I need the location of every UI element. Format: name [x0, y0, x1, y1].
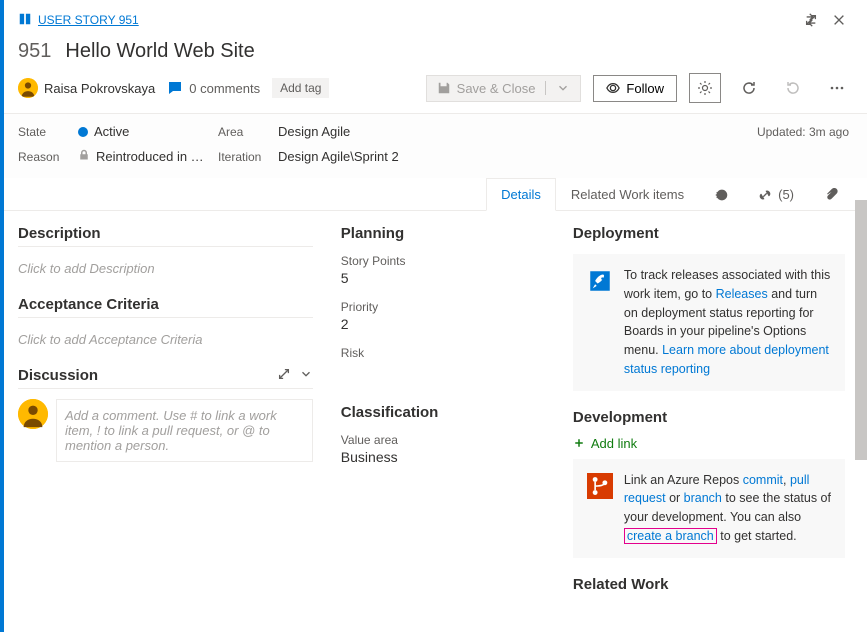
- development-info-card: Link an Azure Repos commit, pull request…: [573, 459, 845, 558]
- tab-history[interactable]: [699, 178, 743, 210]
- classification-heading: Classification: [341, 404, 545, 425]
- expand-icon[interactable]: [277, 367, 291, 384]
- deployment-heading: Deployment: [573, 225, 845, 246]
- area-picker[interactable]: Design Agile: [278, 124, 478, 139]
- reason-picker[interactable]: Reintroduced in …: [78, 149, 218, 164]
- risk-label: Risk: [341, 346, 545, 360]
- deployment-info-card: To track releases associated with this w…: [573, 254, 845, 391]
- tab-links[interactable]: (5): [743, 178, 809, 210]
- acceptance-input[interactable]: Click to add Acceptance Criteria: [18, 326, 313, 367]
- tab-details[interactable]: Details: [486, 178, 556, 211]
- updated-timestamp: Updated: 3m ago: [478, 125, 853, 139]
- settings-button[interactable]: [689, 73, 721, 103]
- related-work-heading: Related Work: [573, 576, 845, 597]
- avatar: [18, 78, 38, 98]
- state-picker[interactable]: Active: [78, 124, 218, 139]
- fullscreen-button[interactable]: [797, 6, 825, 34]
- branch-icon: [586, 471, 614, 546]
- more-actions-button[interactable]: [821, 73, 853, 103]
- priority-field[interactable]: 2: [341, 314, 545, 338]
- tab-attachments[interactable]: [809, 178, 853, 210]
- story-points-field[interactable]: 5: [341, 268, 545, 292]
- iteration-label: Iteration: [218, 150, 278, 164]
- state-dot-icon: [78, 127, 88, 137]
- chevron-down-icon: [556, 81, 570, 95]
- value-area-label: Value area: [341, 433, 545, 447]
- current-user-avatar: [18, 399, 48, 429]
- commit-link[interactable]: commit: [743, 473, 783, 487]
- comments-count[interactable]: 0 comments: [167, 80, 260, 96]
- acceptance-heading: Acceptance Criteria: [18, 296, 313, 318]
- save-and-close-button[interactable]: Save & Close: [426, 75, 582, 102]
- create-branch-link[interactable]: create a branch: [627, 529, 714, 543]
- user-story-icon: [18, 12, 32, 29]
- development-heading: Development: [573, 409, 845, 430]
- breadcrumb: USER STORY 951: [18, 12, 139, 29]
- description-input[interactable]: Click to add Description: [18, 255, 313, 296]
- value-area-field[interactable]: Business: [341, 447, 545, 471]
- lock-icon: [78, 149, 90, 164]
- undo-button[interactable]: [777, 73, 809, 103]
- description-heading: Description: [18, 225, 313, 247]
- add-tag-button[interactable]: Add tag: [272, 78, 329, 98]
- refresh-button[interactable]: [733, 73, 765, 103]
- follow-button[interactable]: Follow: [593, 75, 677, 102]
- iteration-picker[interactable]: Design Agile\Sprint 2: [278, 149, 478, 164]
- assignee-name: Raisa Pokrovskaya: [44, 81, 155, 96]
- tab-related-work-items[interactable]: Related Work items: [556, 178, 699, 210]
- close-button[interactable]: [825, 6, 853, 34]
- discussion-heading: Discussion: [18, 367, 98, 384]
- area-label: Area: [218, 125, 278, 139]
- assignee-picker[interactable]: Raisa Pokrovskaya: [18, 78, 155, 98]
- priority-label: Priority: [341, 300, 545, 314]
- work-item-id: 951: [18, 40, 51, 63]
- planning-heading: Planning: [341, 225, 545, 246]
- add-link-button[interactable]: Add link: [573, 436, 845, 451]
- rocket-icon: [586, 266, 614, 379]
- comment-input[interactable]: Add a comment. Use # to link a work item…: [56, 399, 313, 462]
- work-item-title[interactable]: Hello World Web Site: [65, 40, 254, 63]
- risk-field[interactable]: [341, 360, 545, 384]
- collapse-icon[interactable]: [299, 367, 313, 384]
- state-label: State: [18, 125, 78, 139]
- breadcrumb-link[interactable]: USER STORY 951: [38, 13, 139, 27]
- story-points-label: Story Points: [341, 254, 545, 268]
- reason-label: Reason: [18, 150, 78, 164]
- releases-link[interactable]: Releases: [716, 287, 768, 301]
- branch-link[interactable]: branch: [684, 491, 722, 505]
- scrollbar[interactable]: [855, 200, 867, 460]
